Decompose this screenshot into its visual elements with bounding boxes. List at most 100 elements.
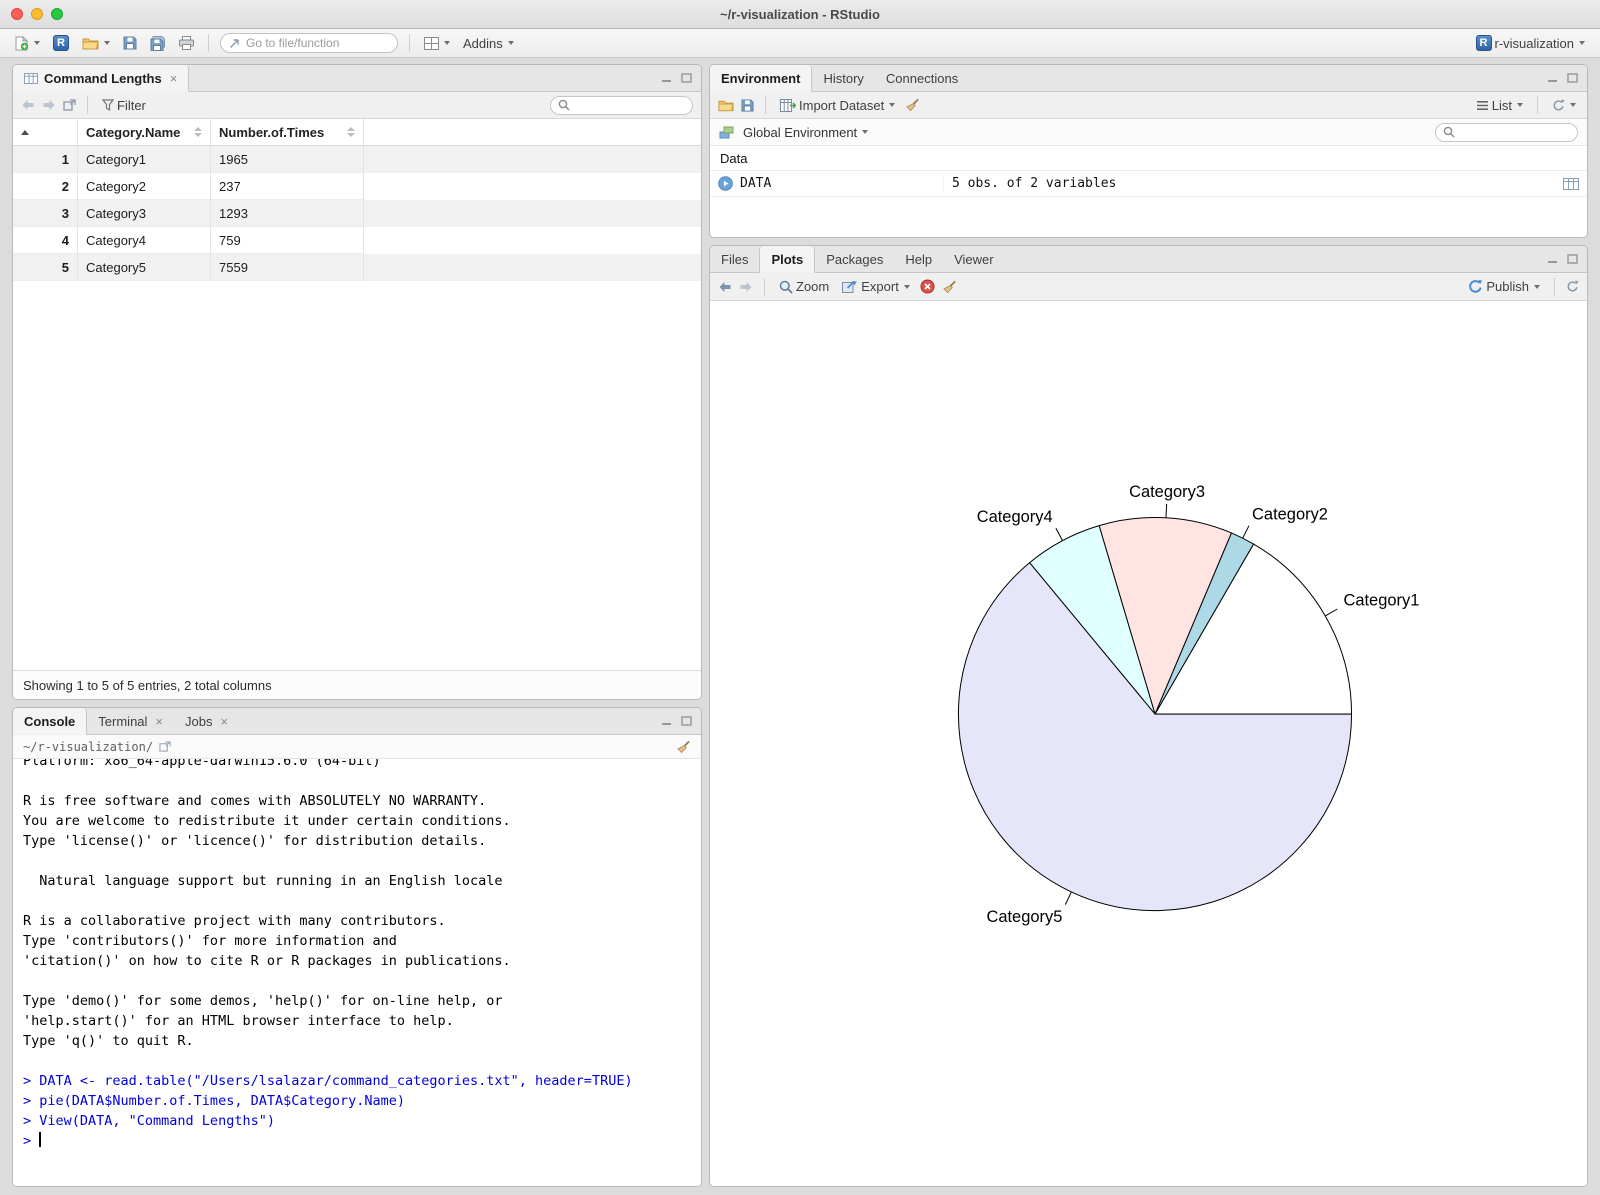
close-tab-icon[interactable]: × xyxy=(155,714,163,729)
sort-ascending-icon xyxy=(21,129,29,135)
environment-scope-selector[interactable]: Global Environment xyxy=(740,123,871,142)
clear-console-broom-icon[interactable] xyxy=(676,740,691,754)
toolbar-separator xyxy=(1554,277,1555,296)
data-viewer-toolbar: Filter xyxy=(13,92,701,119)
import-dataset-button[interactable]: Import Dataset xyxy=(777,96,898,115)
clear-environment-broom-icon[interactable] xyxy=(905,98,920,112)
tab-jobs[interactable]: Jobs × xyxy=(174,708,239,734)
zoom-label: Zoom xyxy=(796,279,830,294)
search-icon xyxy=(1443,126,1455,138)
column-header-number-of-times[interactable]: Number.of.Times xyxy=(211,119,364,145)
fullscreen-window-button[interactable] xyxy=(51,8,63,20)
rstudio-window: ~/r-visualization - RStudio R Go to file… xyxy=(0,0,1600,1195)
console-command-line: > pie(DATA$Number.of.Times, DATA$Categor… xyxy=(23,1093,406,1109)
table-search-box[interactable] xyxy=(550,95,693,115)
table-footer: Showing 1 to 5 of 5 entries, 2 total col… xyxy=(13,670,701,699)
new-project-button[interactable]: R xyxy=(50,33,72,53)
environment-search-box[interactable] xyxy=(1435,122,1578,142)
save-icon xyxy=(123,36,137,50)
pane-window-buttons xyxy=(661,708,701,734)
popout-icon[interactable] xyxy=(159,741,171,752)
maximize-pane-icon[interactable] xyxy=(1567,73,1578,83)
pie-label-category1: Category1 xyxy=(1343,592,1419,610)
popout-icon[interactable] xyxy=(63,99,76,111)
filter-button[interactable]: Filter xyxy=(99,96,149,115)
minimize-pane-icon[interactable] xyxy=(661,73,672,83)
tab-console[interactable]: Console xyxy=(13,708,88,735)
table-row[interactable]: 4 Category4 759 xyxy=(13,227,701,254)
open-workspace-icon[interactable] xyxy=(718,99,734,112)
export-plot-button[interactable]: Export xyxy=(839,277,913,296)
environment-object-row[interactable]: DATA 5 obs. of 2 variables xyxy=(710,170,1587,197)
row-number-header[interactable] xyxy=(13,119,78,145)
close-tab-icon[interactable]: × xyxy=(220,714,228,729)
import-dataset-icon xyxy=(780,98,796,112)
save-all-button[interactable] xyxy=(147,34,169,53)
close-tab-icon[interactable]: × xyxy=(170,71,178,86)
chevron-down-icon xyxy=(889,103,896,107)
save-button[interactable] xyxy=(120,34,140,52)
previous-plot-icon[interactable] xyxy=(718,281,732,293)
next-plot-icon[interactable] xyxy=(739,281,753,293)
publish-plot-button[interactable]: Publish xyxy=(1465,277,1543,296)
remove-plot-icon[interactable] xyxy=(920,279,935,294)
environment-search-input[interactable] xyxy=(1460,125,1570,139)
tab-terminal[interactable]: Terminal × xyxy=(87,708,174,734)
view-data-grid-icon[interactable] xyxy=(1563,177,1579,190)
table-row[interactable]: 2 Category2 237 xyxy=(13,173,701,200)
back-icon[interactable] xyxy=(21,99,35,111)
plots-pane: Files Plots Packages Help Viewer Zoom Ex… xyxy=(709,245,1588,1187)
expand-object-icon[interactable] xyxy=(718,176,733,191)
new-file-button[interactable] xyxy=(12,34,43,53)
minimize-pane-icon[interactable] xyxy=(1547,254,1558,264)
export-label: Export xyxy=(861,279,899,294)
save-workspace-icon[interactable] xyxy=(741,98,754,112)
minimize-pane-icon[interactable] xyxy=(1547,73,1558,83)
maximize-pane-icon[interactable] xyxy=(681,73,692,83)
refresh-environment-button[interactable] xyxy=(1549,97,1579,114)
maximize-pane-icon[interactable] xyxy=(1567,254,1578,264)
tab-packages[interactable]: Packages xyxy=(815,246,894,272)
console-command-line: > DATA <- read.table("/Users/lsalazar/co… xyxy=(23,1073,633,1089)
minimize-pane-icon[interactable] xyxy=(661,716,672,726)
tab-history[interactable]: History xyxy=(812,65,874,91)
left-column: Command Lengths × Filter Category.Name N… xyxy=(12,64,702,1187)
list-view-button[interactable]: List xyxy=(1473,96,1526,115)
pie-label-tick xyxy=(1242,525,1250,539)
window-title: ~/r-visualization - RStudio xyxy=(720,6,880,22)
data-grid: Category.Name Number.of.Times 1 Category1… xyxy=(13,119,701,699)
goto-icon xyxy=(229,38,240,49)
object-name: DATA xyxy=(740,176,772,191)
toolbar-separator xyxy=(87,96,88,114)
maximize-pane-icon[interactable] xyxy=(681,716,692,726)
table-row[interactable]: 1 Category1 1965 xyxy=(13,146,701,173)
object-description: 5 obs. of 2 variables xyxy=(943,176,1556,191)
addins-button[interactable]: Addins xyxy=(460,34,517,53)
tab-viewer[interactable]: Viewer xyxy=(943,246,1005,272)
table-search-input[interactable] xyxy=(575,98,685,112)
pane-layout-button[interactable] xyxy=(421,35,453,52)
goto-file-function-input[interactable] xyxy=(246,36,389,50)
project-menu-button[interactable]: R r-visualization xyxy=(1473,33,1588,53)
tab-help[interactable]: Help xyxy=(894,246,943,272)
console-output-line: You are welcome to redistribute it under… xyxy=(23,813,511,829)
column-header-category-name[interactable]: Category.Name xyxy=(78,119,211,145)
clear-all-plots-broom-icon[interactable] xyxy=(942,280,957,294)
goto-file-function-box[interactable] xyxy=(220,33,398,53)
table-row[interactable]: 3 Category3 1293 xyxy=(13,200,701,227)
tab-connections[interactable]: Connections xyxy=(875,65,969,91)
refresh-plot-icon[interactable] xyxy=(1566,280,1579,293)
table-row[interactable]: 5 Category5 7559 xyxy=(13,254,701,281)
tab-label: Terminal xyxy=(98,713,148,729)
open-file-button[interactable] xyxy=(79,35,113,52)
console-output[interactable]: Platform: x86_64-apple-darwin15.6.0 (64-… xyxy=(13,759,701,1186)
zoom-plot-button[interactable]: Zoom xyxy=(776,277,832,296)
forward-icon[interactable] xyxy=(42,99,56,111)
tab-command-lengths[interactable]: Command Lengths × xyxy=(13,65,190,92)
minimize-window-button[interactable] xyxy=(31,8,43,20)
close-window-button[interactable] xyxy=(11,8,23,20)
tab-environment[interactable]: Environment xyxy=(710,65,813,92)
print-button[interactable] xyxy=(176,34,197,52)
tab-files[interactable]: Files xyxy=(710,246,759,272)
tab-plots[interactable]: Plots xyxy=(759,246,816,273)
